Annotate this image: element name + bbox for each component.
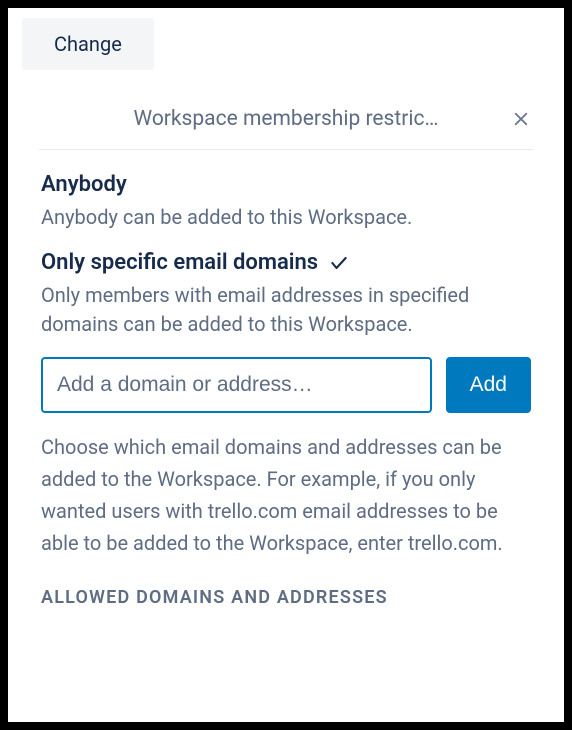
close-icon[interactable]: [509, 107, 533, 131]
option-anybody-title: Anybody: [41, 172, 531, 197]
add-button[interactable]: Add: [446, 357, 531, 413]
option-specific-title: Only specific email domains: [41, 250, 318, 275]
popover-header: Workspace membership restric…: [39, 89, 533, 150]
option-anybody-desc: Anybody can be added to this Workspace.: [41, 203, 531, 232]
change-button[interactable]: Change: [22, 18, 154, 70]
domain-input[interactable]: [41, 357, 432, 413]
option-specific-desc: Only members with email addresses in spe…: [41, 281, 531, 339]
membership-popover: Workspace membership restric… Anybody An…: [22, 88, 550, 609]
helper-text: Choose which email domains and addresses…: [41, 431, 531, 559]
popover-title: Workspace membership restric…: [134, 107, 439, 131]
check-icon: [328, 253, 350, 273]
option-anybody[interactable]: Anybody Anybody can be added to this Wor…: [41, 172, 531, 232]
option-specific-domains[interactable]: Only specific email domains Only members…: [41, 250, 531, 339]
allowed-domains-header: ALLOWED DOMAINS AND ADDRESSES: [41, 587, 531, 608]
